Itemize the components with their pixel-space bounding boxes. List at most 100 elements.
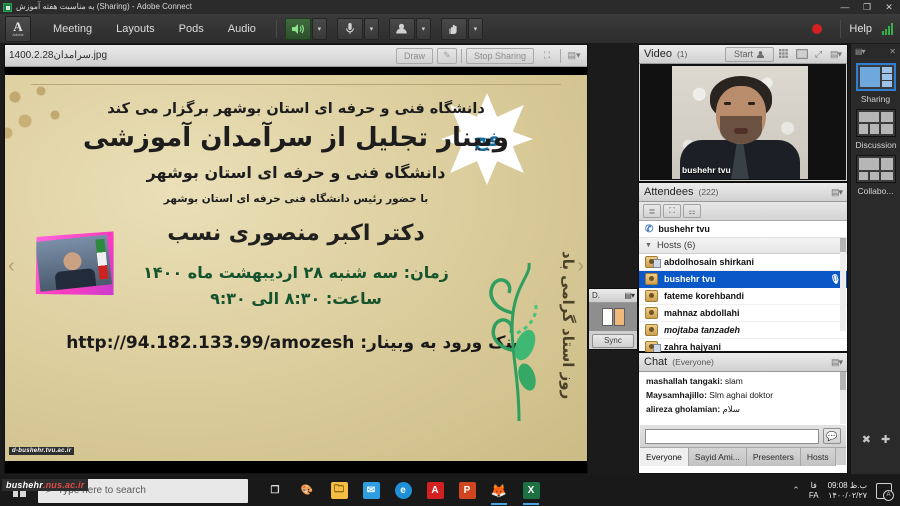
layout-rail-header: ▤▾ ✕ <box>851 44 900 58</box>
pod-menu-icon[interactable]: ▤▾ <box>831 357 843 368</box>
share-pod: سرامدان1400.2.28.jpg Draw ✎ Stop Sharing… <box>4 44 588 474</box>
attendee-row[interactable]: mojtaba tanzadeh <box>639 322 847 339</box>
poster-line-1: دانشگاه فنی و حرفه ای استان بوشهر برگزار… <box>107 101 485 117</box>
chat-message-sender: mashallah tangaki: <box>646 376 723 386</box>
webcam-dropdown-arrow[interactable]: ▾ <box>415 17 431 40</box>
language-indicator[interactable]: فا FA <box>809 481 819 501</box>
chat-tab-presenters[interactable]: Presenters <box>746 448 801 466</box>
chat-scrollbar[interactable] <box>840 372 846 424</box>
stop-sharing-button[interactable]: Stop Sharing <box>465 47 534 64</box>
menu-meeting[interactable]: Meeting <box>41 14 104 44</box>
chat-tab-everyone[interactable]: Everyone <box>640 448 689 466</box>
attendee-avatar-icon <box>645 290 658 302</box>
chat-pod-header: Chat (Everyone) ▤▾ <box>639 353 847 372</box>
menu-layouts[interactable]: Layouts <box>104 14 167 44</box>
attendee-group-hosts[interactable]: ▼ Hosts (6) <box>639 238 847 254</box>
close-icon[interactable]: ✕ <box>889 47 896 56</box>
chat-message-text: slam <box>722 376 743 386</box>
layout-tools-icon[interactable]: ✖ <box>862 433 871 446</box>
attendee-row[interactable]: mahnaz abdollahi <box>639 305 847 322</box>
pod-menu-icon[interactable]: ▤▾ <box>831 187 843 198</box>
poster-line-3: دانشگاه فنی و حرفه ای استان بوشهر <box>146 163 446 182</box>
poster-chevron-left-icon: ‹ <box>8 255 15 277</box>
attendee-self-row[interactable]: ✆ bushehr tvu <box>639 221 847 238</box>
pod-menu-icon[interactable]: ▤▾ <box>565 48 583 64</box>
action-center-icon[interactable] <box>876 482 894 501</box>
attendee-row[interactable]: bushehr tvu 🎙 <box>639 271 847 288</box>
sync-button[interactable]: Sync <box>592 333 634 348</box>
list-view-icon[interactable]: ≣ <box>643 204 661 218</box>
help-button[interactable]: Help <box>849 23 872 35</box>
pod-menu-icon[interactable]: ▤▾ <box>624 291 635 300</box>
fullscreen-icon[interactable]: ⛶ <box>538 48 556 64</box>
attendee-row[interactable]: fateme korehbandi <box>639 288 847 305</box>
pod-menu-icon[interactable]: ▤▾ <box>855 47 866 56</box>
chat-pod-title: Chat <box>644 356 668 368</box>
layout-thumbnail-discussion <box>855 109 896 137</box>
chat-message-text: Slm aghai doktor <box>706 390 774 400</box>
attendees-scrollbar[interactable] <box>840 238 846 331</box>
mail-icon[interactable]: ✉ <box>356 475 386 506</box>
menu-pods[interactable]: Pods <box>167 14 216 44</box>
connection-quality-icon <box>882 22 893 35</box>
menu-audio[interactable]: Audio <box>216 14 268 44</box>
microphone-control-group: ▾ <box>336 17 379 40</box>
language-bottom: FA <box>808 490 819 500</box>
add-layout-icon[interactable]: ✚ <box>881 433 890 446</box>
tray-expand-icon[interactable]: ⌃ <box>792 485 800 496</box>
firefox-icon[interactable]: 🦊 <box>484 475 514 506</box>
close-button[interactable]: ✕ <box>878 0 900 14</box>
recording-indicator-icon[interactable] <box>812 23 823 34</box>
attendee-self-name: bushehr tvu <box>658 224 710 234</box>
attendee-name: zahra hajyani <box>664 342 722 352</box>
maximize-button[interactable]: ❐ <box>856 0 878 14</box>
video-pod-title: Video <box>644 48 672 60</box>
taskbar-clock[interactable]: 09:08 ب.ظ ۱۴۰۰/۰۲/۲۷ <box>828 481 867 501</box>
video-pod: Video (1) Start ⤢ ▤▾ bushehr tvu <box>638 44 848 182</box>
webcam-icon[interactable] <box>388 17 415 40</box>
layout-item-sharing[interactable]: Sharing <box>855 63 896 104</box>
layout-region-side <box>881 67 892 87</box>
raise-hand-icon[interactable] <box>440 17 467 40</box>
share-pod-toolbar: سرامدان1400.2.28.jpg Draw ✎ Stop Sharing… <box>5 45 587 67</box>
task-view-icon[interactable]: ❐ <box>260 475 290 506</box>
language-top: فا <box>810 480 817 490</box>
layout-item-discussion[interactable]: Discussion <box>855 109 897 150</box>
chat-send-icon[interactable]: 💬 <box>823 428 841 444</box>
minimize-button[interactable]: — <box>834 0 856 14</box>
excel-icon[interactable]: X <box>516 475 546 506</box>
webinar-poster-image: فح دانشگاه فنی و حرفه ای استان بوشهر برگ… <box>5 75 587 461</box>
start-webcam-button[interactable]: Start <box>724 46 774 62</box>
breakout-view-icon[interactable]: ⛶ <box>663 204 681 218</box>
paint-3d-icon[interactable]: 🎨 <box>292 475 322 506</box>
speaker-body <box>55 268 97 290</box>
menubar-divider-2 <box>840 19 842 38</box>
chat-input[interactable] <box>645 428 819 444</box>
attendee-avatar-icon <box>645 273 658 285</box>
raise-hand-dropdown-arrow[interactable]: ▾ <box>467 17 483 40</box>
fullscreen-icon[interactable]: ⤢ <box>812 48 825 61</box>
microphone-icon[interactable] <box>336 17 363 40</box>
video-stage[interactable]: bushehr tvu <box>640 64 846 180</box>
filmstrip-view-icon[interactable] <box>795 48 808 61</box>
edge-icon[interactable]: e <box>388 475 418 506</box>
chat-pod: Chat (Everyone) ▤▾ mashallah tangaki: sl… <box>638 352 848 474</box>
draw-button[interactable]: Draw <box>395 47 433 64</box>
layout-region-side <box>880 112 893 122</box>
pointer-icon[interactable]: ✎ <box>436 47 457 64</box>
layout-item-collaboration[interactable]: Collabo... <box>855 155 896 196</box>
chat-tab-hosts[interactable]: Hosts <box>800 448 836 466</box>
grid-view-icon[interactable] <box>778 48 791 61</box>
speaker-icon[interactable] <box>284 17 311 40</box>
pod-menu-icon[interactable]: ▤▾ <box>829 48 842 61</box>
window-title: به مناسبت هفته آموزش (Sharing) - Adobe C… <box>16 2 192 11</box>
attendee-row[interactable]: abdolhosain shirkani <box>639 254 847 271</box>
powerpoint-icon[interactable]: P <box>452 475 482 506</box>
file-explorer-icon[interactable]: 🗀 <box>324 475 354 506</box>
acrobat-reader-icon[interactable]: A <box>420 475 450 506</box>
webcam-subject-eye-right <box>748 102 755 105</box>
attendee-options-icon[interactable]: ⚏ <box>683 204 701 218</box>
microphone-dropdown-arrow[interactable]: ▾ <box>363 17 379 40</box>
chat-tab-sayid[interactable]: Sayid Ami... <box>688 448 747 466</box>
speaker-dropdown-arrow[interactable]: ▾ <box>311 17 327 40</box>
